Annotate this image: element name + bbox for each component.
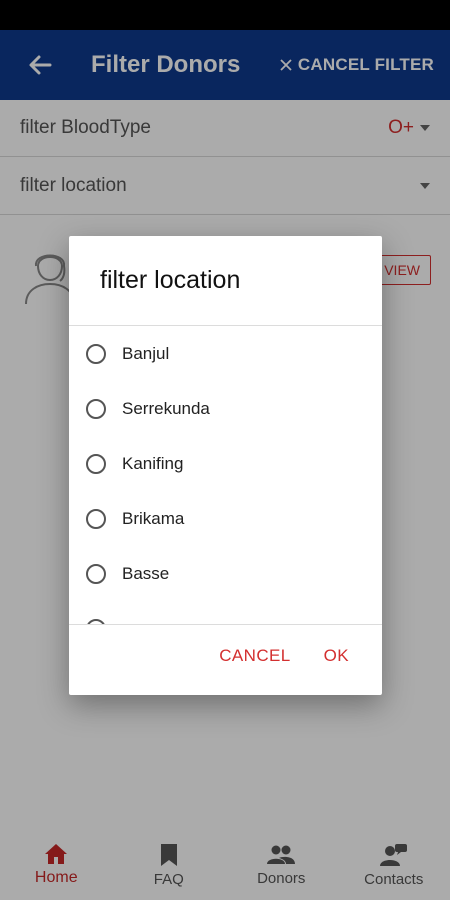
- radio-button[interactable]: [86, 398, 106, 419]
- radio-button[interactable]: [86, 508, 106, 529]
- location-option[interactable]: Serrekunda: [69, 381, 382, 436]
- location-option-list[interactable]: Banjul Serrekunda Kanifing Brikama Basse: [69, 326, 382, 624]
- location-option-partial[interactable]: [69, 601, 382, 624]
- radio-button[interactable]: [86, 343, 106, 364]
- location-option[interactable]: Brikama: [69, 491, 382, 546]
- location-option-label: Kanifing: [122, 453, 184, 473]
- divider: [69, 624, 382, 625]
- cancel-button[interactable]: CANCEL: [219, 646, 290, 670]
- location-option-label: Brikama: [122, 508, 185, 528]
- location-option[interactable]: Kanifing: [69, 436, 382, 491]
- location-option-label: Basse: [122, 563, 170, 583]
- location-option[interactable]: Banjul: [69, 326, 382, 381]
- location-option-label: Serrekunda: [122, 398, 210, 418]
- location-option[interactable]: Basse: [69, 546, 382, 601]
- dialog-actions: CANCEL OK: [219, 646, 382, 670]
- ok-button[interactable]: OK: [324, 646, 349, 670]
- radio-button[interactable]: [86, 563, 106, 584]
- radio-button[interactable]: [86, 453, 106, 474]
- dialog-title: filter location: [100, 266, 241, 294]
- filter-location-dialog: filter location Banjul Serrekunda Kanifi…: [69, 236, 382, 695]
- location-option-label: Banjul: [122, 343, 170, 363]
